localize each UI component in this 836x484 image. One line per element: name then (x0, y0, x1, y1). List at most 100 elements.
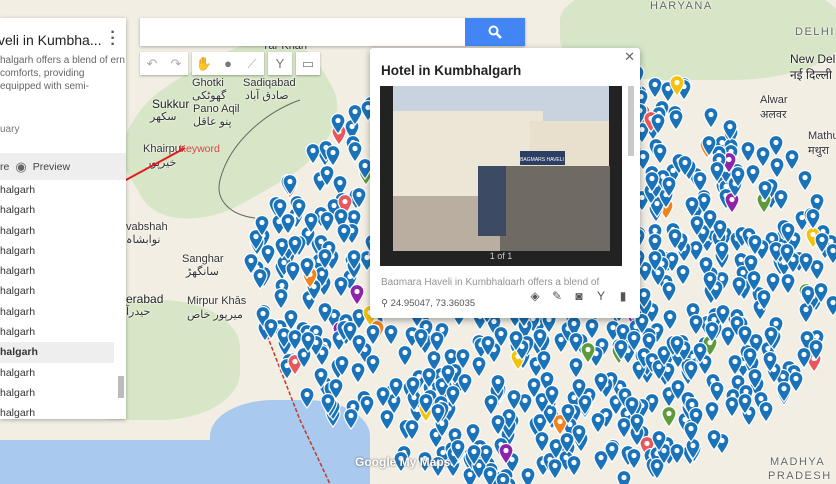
map-pin[interactable] (350, 361, 366, 384)
more-options-icon[interactable]: · · · (110, 25, 116, 53)
list-item[interactable]: halgarh (0, 342, 114, 363)
delete-trash-icon[interactable]: ▮ (616, 289, 630, 303)
map-pin[interactable] (682, 421, 699, 444)
map-pin[interactable] (532, 327, 549, 350)
map-pin[interactable] (692, 342, 708, 365)
map-pin[interactable] (418, 392, 434, 415)
map-pin[interactable] (661, 280, 678, 303)
map-pin[interactable] (762, 325, 779, 348)
scrollbar[interactable] (628, 86, 634, 156)
map-pin[interactable] (675, 263, 691, 286)
undo-icon[interactable]: ↶ (140, 52, 164, 75)
map-pin[interactable] (343, 407, 359, 430)
map-pin[interactable] (466, 443, 482, 466)
map-pin[interactable] (365, 353, 381, 376)
list-item[interactable]: halgarh (0, 221, 114, 241)
map-pin[interactable] (647, 249, 663, 272)
search-button[interactable] (465, 18, 525, 46)
map-pin[interactable] (668, 109, 684, 132)
map-pin[interactable] (283, 308, 299, 331)
map-pin[interactable] (677, 154, 693, 177)
layer-title[interactable]: veli in Kumbha... (0, 32, 102, 48)
map-pin[interactable] (737, 393, 753, 416)
map-pin[interactable] (747, 234, 763, 257)
map-pin[interactable] (565, 454, 582, 477)
map-pin[interactable] (762, 350, 778, 373)
map-pin[interactable] (346, 248, 362, 271)
map-pin[interactable] (688, 314, 704, 337)
map-pin[interactable] (730, 166, 746, 189)
share-button[interactable]: re (0, 161, 9, 173)
map-pin[interactable] (740, 140, 756, 163)
map-pin[interactable] (455, 348, 471, 371)
map-pin[interactable] (534, 430, 550, 453)
map-pin[interactable] (349, 283, 365, 307)
map-pin[interactable] (482, 465, 498, 484)
map-pin[interactable] (722, 118, 738, 141)
map-pin[interactable] (784, 149, 800, 172)
map-pin[interactable] (490, 413, 507, 436)
map-pin[interactable] (457, 372, 473, 395)
map-pin[interactable] (780, 272, 796, 295)
map-pin[interactable] (365, 323, 381, 346)
map-pin[interactable] (584, 318, 600, 341)
map-pin[interactable] (571, 378, 587, 401)
map-pin[interactable] (661, 175, 677, 198)
list-item[interactable]: halgarh (0, 261, 114, 281)
map-pin[interactable] (580, 342, 596, 365)
list-item[interactable]: halgarh (0, 200, 114, 220)
map-pin[interactable] (755, 146, 771, 169)
list-item[interactable]: halgarh (0, 383, 114, 403)
map-pin[interactable] (334, 354, 350, 377)
map-pin[interactable] (756, 289, 773, 312)
list-item[interactable]: halgarh (0, 322, 114, 342)
map-pin[interactable] (498, 443, 514, 466)
list-item[interactable]: halgarh (0, 403, 114, 419)
map-pin[interactable] (808, 339, 824, 362)
map-pin[interactable] (490, 373, 506, 396)
map-pin[interactable] (318, 164, 335, 187)
map-pin[interactable] (604, 441, 620, 464)
preview-button[interactable]: Preview (33, 161, 70, 173)
map-pin[interactable] (776, 380, 792, 403)
map-pin[interactable] (351, 187, 367, 210)
map-pin[interactable] (805, 207, 822, 230)
hotel-photo[interactable]: BAGMARS HAVELI 1 of 1 (380, 86, 622, 266)
map-pin[interactable] (742, 347, 758, 370)
map-pin[interactable] (704, 401, 720, 424)
map-pin[interactable] (778, 243, 795, 266)
map-pin[interactable] (465, 422, 481, 445)
hand-icon[interactable]: ✋ (192, 52, 216, 75)
map-pin[interactable] (440, 364, 456, 387)
map-pin[interactable] (273, 288, 289, 311)
map-pin[interactable] (299, 257, 315, 280)
map-pin[interactable] (773, 189, 789, 212)
eye-icon[interactable]: ◉ (15, 159, 26, 175)
map-pin[interactable] (662, 308, 678, 331)
map-pin[interactable] (813, 282, 829, 305)
close-icon[interactable]: ✕ (624, 49, 635, 65)
map-pin[interactable] (262, 318, 279, 341)
map-pin[interactable] (287, 235, 303, 258)
map-pin[interactable] (714, 241, 730, 264)
add-marker-icon[interactable]: ● (216, 52, 240, 75)
map-pin[interactable] (661, 405, 677, 428)
map-pin[interactable] (814, 231, 831, 254)
map-pin[interactable] (747, 367, 763, 390)
map-pin[interactable] (737, 324, 753, 347)
map-pin[interactable] (592, 371, 609, 394)
map-pin[interactable] (413, 327, 429, 350)
map-pin[interactable] (319, 210, 335, 233)
map-pin[interactable] (383, 323, 399, 346)
map-pin[interactable] (757, 400, 774, 423)
map-pin[interactable] (480, 335, 496, 358)
ruler-icon[interactable]: ▭ (296, 52, 320, 75)
map-pin[interactable] (508, 330, 525, 353)
map-pin[interactable] (335, 223, 352, 246)
map-pin[interactable] (280, 213, 296, 236)
map-pin[interactable] (702, 208, 718, 231)
search-input[interactable] (140, 18, 460, 46)
map-pin[interactable] (302, 211, 319, 234)
map-pin[interactable] (797, 169, 813, 192)
map-pin[interactable] (643, 170, 660, 193)
